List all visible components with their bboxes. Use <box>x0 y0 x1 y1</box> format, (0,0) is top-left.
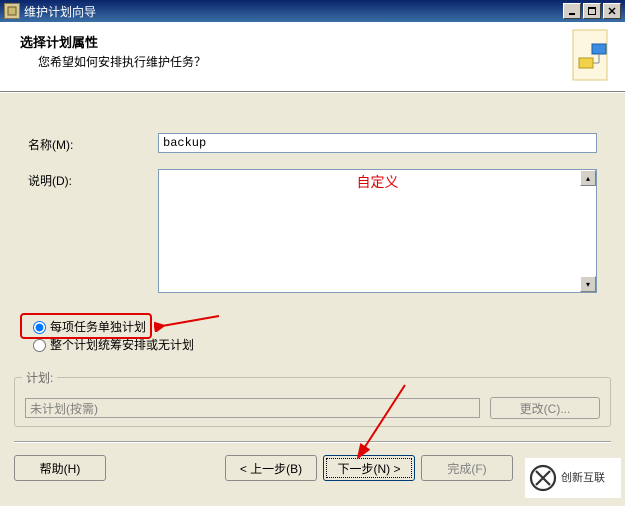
wizard-icon <box>565 26 615 86</box>
schedule-group: 计划: 更改(C)... <box>14 377 611 427</box>
name-input[interactable] <box>158 133 597 153</box>
annotation-custom: 自定义 <box>357 172 399 192</box>
watermark: 创新互联 <box>525 458 621 498</box>
back-button[interactable]: < 上一步(B) <box>225 455 317 481</box>
watermark-logo-icon <box>529 464 557 492</box>
schedule-group-label: 计划: <box>22 369 57 386</box>
header-panel: 选择计划属性 您希望如何安排执行维护任务？ <box>0 22 625 92</box>
maximize-icon <box>588 7 596 15</box>
app-icon <box>4 3 20 19</box>
scroll-down-button[interactable]: ▾ <box>580 276 596 292</box>
help-button[interactable]: 帮助(H) <box>14 455 106 481</box>
next-button[interactable]: 下一步(N) > <box>323 455 415 481</box>
titlebar: 维护计划向导 <box>0 0 625 22</box>
wizard-body: 名称(M): 说明(D): ▴ ▾ 自定义 每项任务单独计划 整个计划统筹安排或… <box>0 92 625 506</box>
schedule-display <box>25 398 480 418</box>
change-schedule-button: 更改(C)... <box>490 397 600 419</box>
radio-single-schedule-label: 整个计划统筹安排或无计划 <box>50 336 194 353</box>
scroll-up-button[interactable]: ▴ <box>580 170 596 186</box>
schedule-mode-group: 每项任务单独计划 整个计划统筹安排或无计划 <box>24 317 625 353</box>
finish-button: 完成(F) <box>421 455 513 481</box>
watermark-text: 创新互联 <box>561 472 605 484</box>
wizard-window: 维护计划向导 选择计划属性 您希望如何安排执行维护任务？ <box>0 0 625 506</box>
minimize-icon <box>568 7 576 15</box>
radio-single-schedule[interactable] <box>33 339 46 352</box>
name-label: 名称(M): <box>28 133 158 153</box>
radio-separate-schedule[interactable] <box>33 321 46 334</box>
header-subtitle: 您希望如何安排执行维护任务？ <box>38 53 609 70</box>
radio-separate-schedule-label: 每项任务单独计划 <box>50 318 146 335</box>
close-button[interactable] <box>603 3 621 19</box>
close-icon <box>608 7 616 15</box>
description-label: 说明(D): <box>28 169 158 189</box>
minimize-button[interactable] <box>563 3 581 19</box>
maximize-button[interactable] <box>583 3 601 19</box>
chevron-down-icon: ▾ <box>586 280 590 289</box>
chevron-up-icon: ▴ <box>586 174 590 183</box>
window-title: 维护计划向导 <box>24 3 563 20</box>
window-controls <box>563 3 621 19</box>
description-textarea[interactable]: ▴ ▾ 自定义 <box>158 169 597 293</box>
header-title: 选择计划属性 <box>20 32 609 51</box>
